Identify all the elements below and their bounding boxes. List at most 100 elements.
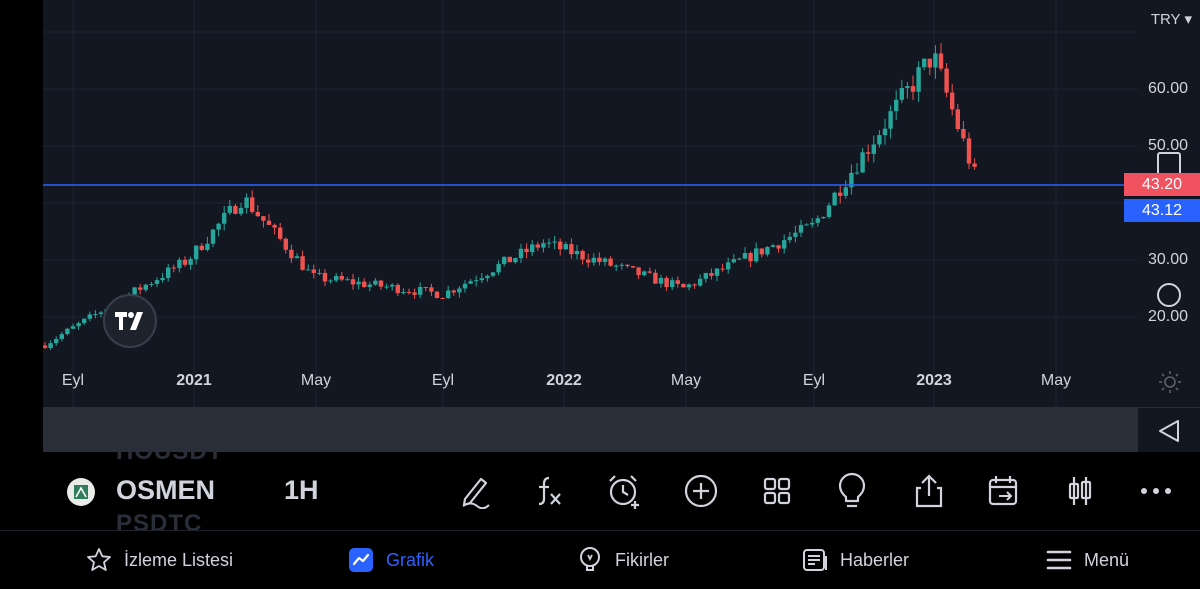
nav-menu[interactable]: Menü bbox=[1046, 543, 1129, 577]
candle-body bbox=[48, 343, 53, 348]
candle-body bbox=[283, 238, 288, 250]
candle-body bbox=[446, 290, 451, 299]
candle-body bbox=[255, 211, 260, 217]
share-button[interactable] bbox=[910, 472, 948, 510]
candle-body bbox=[356, 281, 361, 285]
drawing-tool-button[interactable] bbox=[456, 472, 494, 510]
nav-watchlist-label: İzleme Listesi bbox=[124, 549, 234, 570]
candle-body bbox=[300, 256, 305, 270]
candle-body bbox=[82, 318, 87, 324]
candle-body bbox=[972, 163, 977, 167]
candle-body bbox=[854, 172, 860, 174]
tradingview-logo[interactable] bbox=[103, 294, 157, 348]
auto-scale-circle-icon[interactable] bbox=[1155, 281, 1183, 309]
pen-icon bbox=[462, 477, 490, 509]
ideas-lightbulb-icon bbox=[580, 547, 600, 571]
candle-body bbox=[888, 111, 893, 129]
symbol-logo[interactable] bbox=[67, 478, 95, 506]
candle-body bbox=[754, 248, 759, 262]
add-circle-icon bbox=[684, 474, 718, 508]
indicators-button[interactable] bbox=[530, 472, 568, 510]
candle-body bbox=[899, 88, 904, 100]
candle-body bbox=[199, 245, 204, 250]
more-button[interactable] bbox=[1137, 472, 1175, 510]
add-button[interactable] bbox=[682, 472, 720, 510]
candle-body bbox=[373, 280, 378, 285]
nav-news[interactable]: Haberler bbox=[802, 543, 909, 577]
last-price-tag: 43.20 bbox=[1124, 173, 1200, 196]
candle-body bbox=[143, 284, 148, 290]
company-logo-icon bbox=[74, 485, 88, 499]
candle-body bbox=[810, 222, 815, 225]
nav-watchlist[interactable]: İzleme Listesi bbox=[86, 543, 233, 577]
candle-body bbox=[541, 243, 546, 248]
candle-body bbox=[602, 258, 608, 262]
more-dots-icon bbox=[1141, 488, 1171, 494]
candle-body bbox=[177, 259, 182, 269]
candle-body bbox=[65, 328, 70, 335]
candle-body bbox=[597, 257, 602, 262]
candle-body bbox=[720, 268, 725, 270]
candle-body bbox=[384, 286, 389, 288]
symbol-name[interactable]: OSMEN bbox=[116, 475, 215, 506]
currency-selector[interactable]: TRY ▾ bbox=[1151, 10, 1192, 28]
candle-body bbox=[171, 267, 176, 269]
nav-chart[interactable]: Grafik bbox=[348, 543, 434, 577]
candle-body bbox=[317, 272, 322, 274]
candle-body bbox=[339, 275, 344, 280]
candle-body bbox=[670, 280, 675, 288]
candle-body bbox=[636, 267, 641, 276]
nav-ideas[interactable]: Fikirler bbox=[577, 543, 669, 577]
candle-body bbox=[910, 86, 916, 92]
candle-body bbox=[815, 218, 820, 223]
price-scale[interactable]: TRY ▾ 60.00 50.00 30.00 20.00 bbox=[1138, 0, 1200, 452]
chart-type-button[interactable] bbox=[1061, 472, 1099, 510]
interval-selector[interactable]: 1H bbox=[284, 475, 319, 506]
candle-body bbox=[821, 216, 826, 219]
candle-body bbox=[916, 67, 921, 92]
candle-body bbox=[619, 264, 624, 266]
candle-body bbox=[524, 248, 529, 253]
settings-sun-icon[interactable] bbox=[1158, 370, 1182, 394]
nav-menu-label: Menü bbox=[1084, 549, 1130, 570]
candle-body bbox=[496, 263, 501, 273]
nav-ideas-label: Fikirler bbox=[615, 549, 669, 570]
candle-body bbox=[244, 197, 249, 208]
candle-body bbox=[513, 258, 518, 263]
hamburger-menu-icon bbox=[1046, 550, 1072, 570]
candle-body bbox=[938, 53, 944, 69]
x-axis-label: May bbox=[670, 372, 702, 389]
candle-body bbox=[451, 290, 456, 293]
x-axis-label: 2022 bbox=[546, 372, 582, 389]
candle-body bbox=[250, 197, 255, 212]
collapse-panel-button[interactable] bbox=[1138, 407, 1200, 453]
replay-button[interactable] bbox=[985, 472, 1023, 510]
chart-tab-icon bbox=[349, 548, 373, 572]
candle-body bbox=[272, 224, 277, 228]
candle-body bbox=[703, 273, 708, 279]
chart-area[interactable]: Eyl 2021 May Eyl 2022 May Eyl 2023 May bbox=[43, 0, 1138, 407]
nav-news-label: Haberler bbox=[840, 549, 910, 570]
candle-body bbox=[289, 249, 294, 259]
candle-body bbox=[535, 244, 540, 248]
candle-body bbox=[395, 284, 400, 294]
candle-body bbox=[362, 281, 367, 288]
ideas-button[interactable] bbox=[833, 472, 871, 510]
candle-body bbox=[188, 259, 193, 265]
alert-button[interactable] bbox=[605, 472, 643, 510]
candle-body bbox=[502, 256, 507, 264]
candle-body bbox=[563, 244, 568, 250]
candle-body bbox=[182, 259, 188, 265]
candle-body bbox=[87, 314, 92, 319]
candle-body bbox=[558, 241, 563, 250]
alarm-clock-plus-icon bbox=[609, 475, 639, 509]
candle-body bbox=[574, 250, 580, 255]
layouts-button[interactable] bbox=[758, 472, 796, 510]
candle-body bbox=[905, 86, 910, 89]
price-chart[interactable] bbox=[43, 0, 1138, 407]
candle-body bbox=[462, 283, 468, 289]
candle-body bbox=[608, 258, 613, 266]
candle-body bbox=[149, 283, 154, 285]
candle-body bbox=[278, 227, 283, 239]
candle-body bbox=[664, 277, 669, 288]
